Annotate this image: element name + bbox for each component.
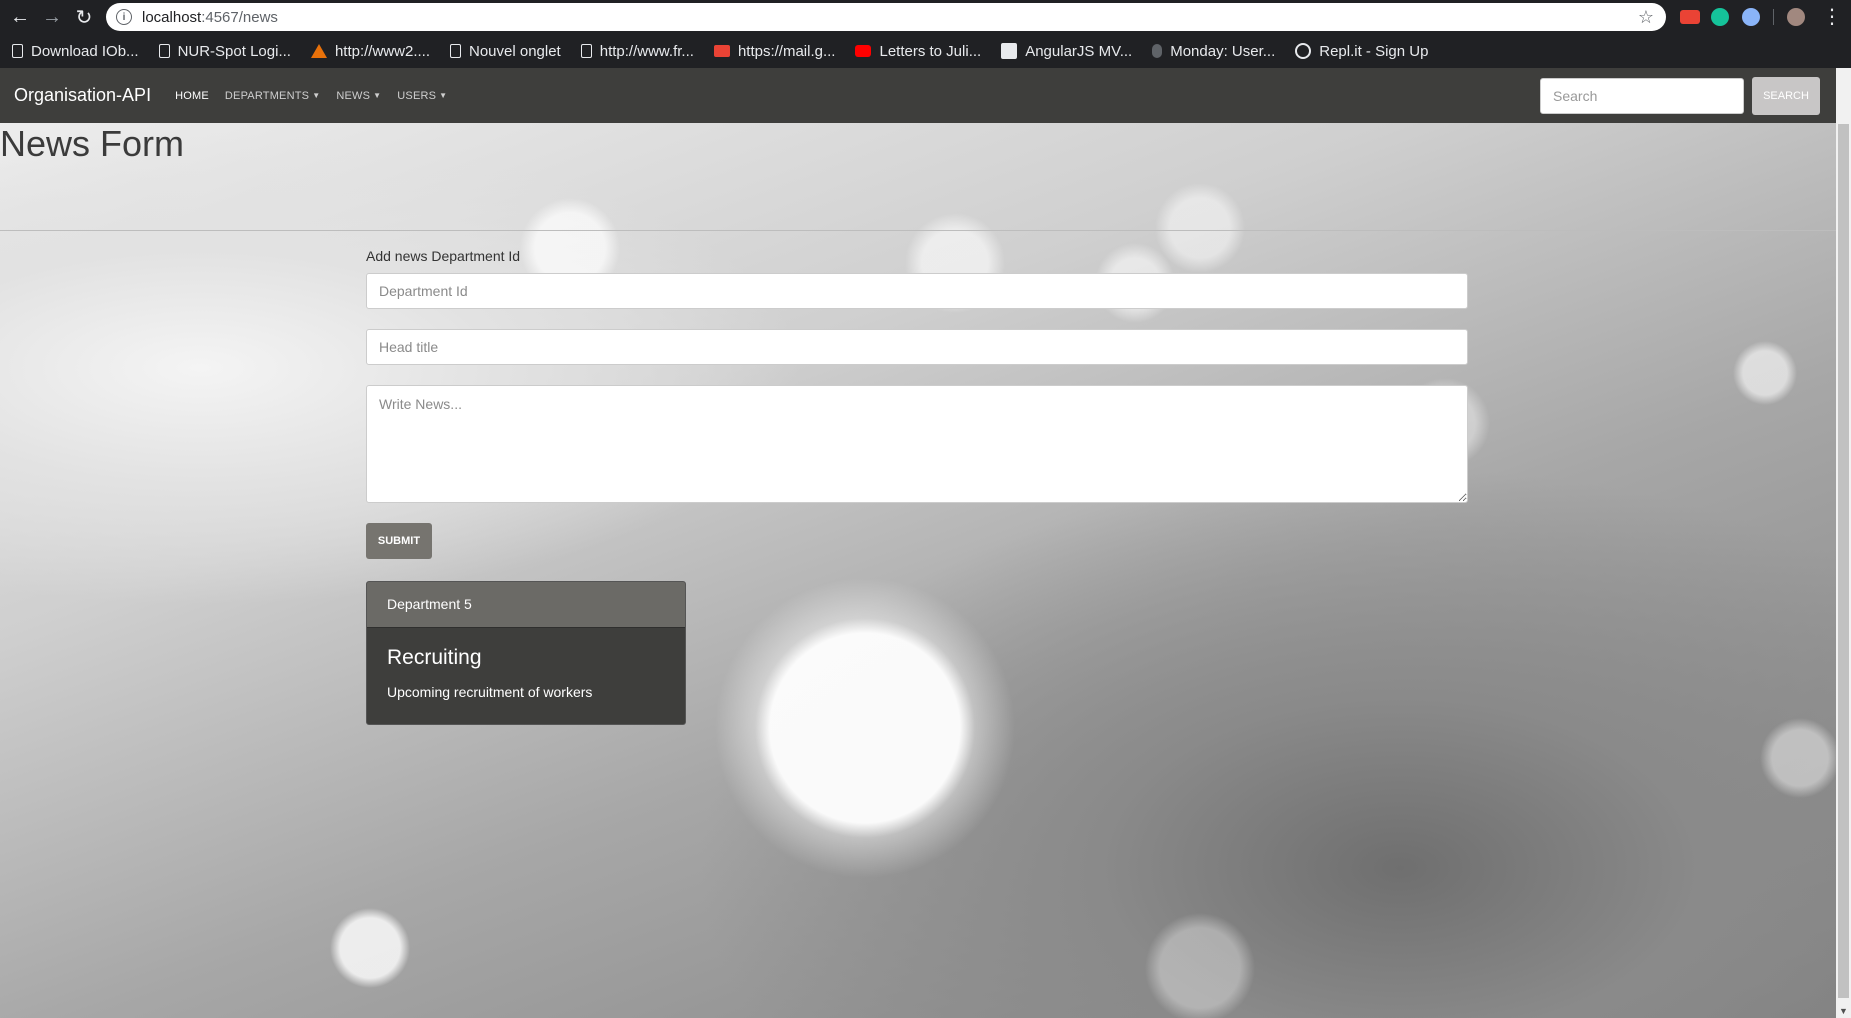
card-text: Upcoming recruitment of workers: [387, 684, 593, 700]
bookmark-label: AngularJS MV...: [1025, 42, 1133, 60]
triangle-icon: [310, 44, 327, 58]
bookmark-label: http://www2....: [334, 42, 430, 60]
bookmarks-bar: Download IOb... NUR-Spot Logi... http://…: [0, 34, 1851, 68]
submit-button[interactable]: SUBMIT: [366, 523, 432, 559]
repl-icon: [1295, 43, 1312, 59]
card-title: Recruiting: [387, 646, 482, 669]
divider: [0, 230, 1851, 231]
caret-down-icon: ▼: [439, 90, 448, 100]
brand-link[interactable]: Organisation-API: [14, 85, 151, 106]
mail-icon: [713, 45, 730, 57]
nav-departments-dropdown[interactable]: DEPARTMENTS ▼: [225, 90, 320, 102]
nav-news-dropdown[interactable]: NEWS ▼: [336, 90, 381, 102]
url-text: localhost:4567/news: [142, 9, 278, 26]
news-form: Add news Department Id SUBMIT: [366, 248, 1468, 559]
browser-toolbar: ← → ↻ i localhost:4567/news ☆ ⋮: [0, 0, 1851, 34]
caret-down-icon: ▼: [312, 90, 321, 100]
nav-news-label: NEWS: [336, 89, 371, 102]
form-label: Add news Department Id: [366, 248, 521, 264]
navbar: Organisation-API HOME DEPARTMENTS ▼ NEWS ▼…: [0, 68, 1851, 123]
site-info-icon[interactable]: i: [116, 9, 132, 25]
bookmark-item[interactable]: https://mail.g...: [713, 42, 836, 60]
bookmark-label: Download IOb...: [31, 42, 139, 60]
forward-arrow-icon[interactable]: →: [36, 1, 68, 33]
scroll-down-arrow-icon[interactable]: ▼: [1839, 1006, 1848, 1016]
department-id-input[interactable]: [366, 273, 1468, 309]
angular-icon: [1001, 43, 1018, 59]
profile-avatar-icon[interactable]: [1787, 8, 1805, 26]
search-input[interactable]: [1540, 78, 1744, 114]
nav-home[interactable]: HOME: [175, 90, 209, 102]
search-button[interactable]: SEARCH: [1752, 77, 1820, 115]
page-icon: [12, 44, 23, 58]
address-bar[interactable]: i localhost:4567/news ☆: [106, 3, 1666, 31]
nav-links: HOME DEPARTMENTS ▼ NEWS ▼ USERS ▼: [175, 90, 463, 102]
nav-users-dropdown[interactable]: USERS ▼: [397, 90, 447, 102]
caret-down-icon: ▼: [373, 90, 382, 100]
bookmark-label: Repl.it - Sign Up: [1319, 42, 1429, 60]
bookmark-item[interactable]: Repl.it - Sign Up: [1295, 43, 1428, 60]
bookmark-item[interactable]: Monday: User...: [1152, 43, 1275, 60]
bookmark-item[interactable]: Letters to Juli...: [855, 43, 981, 60]
grammarly-icon[interactable]: [1711, 8, 1729, 26]
page-scrollbar[interactable]: ▼: [1836, 68, 1851, 1018]
page-icon: [450, 44, 461, 58]
news-card: Department 5 Recruiting Upcoming recruit…: [366, 581, 686, 725]
head-title-input[interactable]: [366, 329, 1468, 365]
bookmark-label: Letters to Juli...: [879, 42, 982, 60]
bookmark-label: Monday: User...: [1170, 42, 1276, 60]
url-path: :4567/news: [201, 8, 278, 26]
bookmark-item[interactable]: Nouvel onglet: [450, 43, 561, 60]
bookmark-item[interactable]: Download IOb...: [12, 43, 139, 60]
nav-users-label: USERS: [397, 89, 437, 102]
browser-menu-icon[interactable]: ⋮: [1822, 4, 1842, 29]
toolbar-separator: [1773, 9, 1774, 25]
bookmark-star-icon[interactable]: ☆: [1638, 7, 1654, 28]
extension-icon[interactable]: [1742, 8, 1760, 26]
extension-icon[interactable]: [1680, 10, 1700, 24]
bookmark-item[interactable]: http://www2....: [310, 42, 430, 60]
bookmark-item[interactable]: AngularJS MV...: [1001, 43, 1132, 60]
page-icon: [158, 44, 170, 58]
youtube-icon: [855, 45, 872, 57]
bookmark-label: http://www.fr...: [599, 42, 694, 60]
nav-departments-label: DEPARTMENTS: [224, 89, 310, 102]
scrollbar-thumb[interactable]: [1838, 124, 1849, 998]
reload-icon[interactable]: ↻: [68, 1, 100, 33]
news-textarea[interactable]: [366, 385, 1468, 503]
page-icon: [580, 44, 592, 58]
page-viewport: Organisation-API HOME DEPARTMENTS ▼ NEWS ▼…: [0, 68, 1851, 1018]
bookmark-item[interactable]: http://www.fr...: [580, 42, 694, 60]
page-title: News Form: [0, 123, 185, 164]
monday-icon: [1152, 44, 1163, 58]
bookmark-label: NUR-Spot Logi...: [177, 42, 291, 60]
bookmark-label: Nouvel onglet: [469, 42, 561, 60]
bookmark-item[interactable]: NUR-Spot Logi...: [158, 42, 291, 60]
bookmark-label: https://mail.g...: [737, 42, 836, 60]
back-arrow-icon[interactable]: ←: [4, 1, 36, 33]
card-body: Recruiting Upcoming recruitment of worke…: [367, 628, 685, 718]
url-host: localhost: [142, 8, 202, 26]
card-header: Department 5: [367, 582, 685, 628]
